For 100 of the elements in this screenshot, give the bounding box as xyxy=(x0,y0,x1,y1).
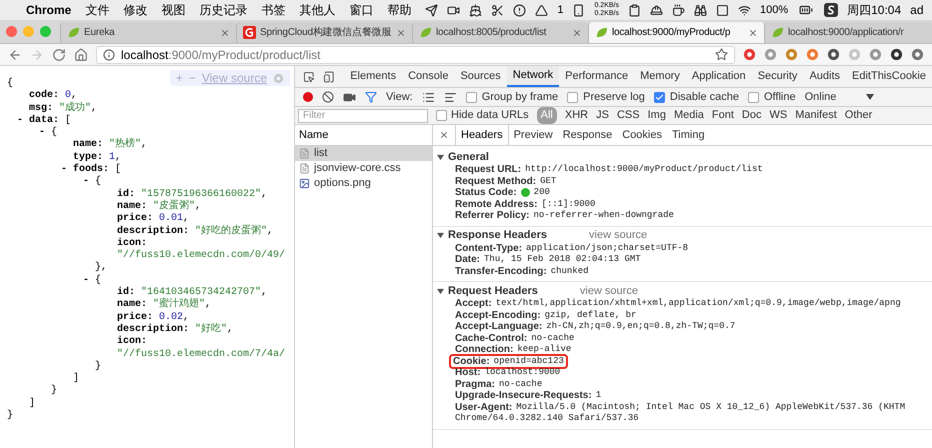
checkbox[interactable] xyxy=(466,92,477,102)
detail-tab[interactable]: Headers xyxy=(455,125,509,145)
view-source-link[interactable]: view source xyxy=(589,227,648,244)
inspect-icon[interactable] xyxy=(303,70,315,84)
user-name[interactable]: ad xyxy=(910,1,924,19)
dropdown-arrow-icon[interactable] xyxy=(866,94,874,100)
menu-item[interactable]: 窗口 xyxy=(349,1,374,19)
menu-item[interactable]: 文件 xyxy=(85,1,110,19)
filter-icon[interactable] xyxy=(365,91,377,103)
panel-tab[interactable]: Memory xyxy=(634,66,686,87)
battery-icon[interactable] xyxy=(797,3,816,17)
clock[interactable]: 周四10:04 xyxy=(847,1,902,19)
checkbox[interactable] xyxy=(436,110,447,121)
record-button[interactable] xyxy=(303,92,313,102)
type-filter[interactable]: XHR xyxy=(564,107,588,124)
menu-item[interactable]: 书签 xyxy=(261,1,286,19)
type-filter[interactable]: JS xyxy=(596,107,609,124)
type-filter[interactable]: Manifest xyxy=(795,107,837,124)
device-icon[interactable] xyxy=(322,70,334,84)
filter-field[interactable]: Filter xyxy=(298,108,428,122)
send-icon[interactable] xyxy=(425,4,438,16)
section-title[interactable]: Response Headers xyxy=(448,227,548,244)
extension-icon[interactable] xyxy=(890,48,903,61)
menu-item[interactable]: 历史记录 xyxy=(199,1,248,19)
browser-tab[interactable]: localhost:9000/myProduct/p xyxy=(588,22,764,43)
panel-tab[interactable]: Audits xyxy=(803,66,846,87)
ship-icon[interactable] xyxy=(469,4,482,16)
menu-item[interactable]: 帮助 xyxy=(387,1,412,19)
collapse-toggle[interactable]: - xyxy=(39,127,51,140)
app-icon[interactable] xyxy=(824,3,838,17)
type-filter[interactable]: Font xyxy=(712,107,734,124)
phone-icon[interactable] xyxy=(572,4,586,16)
close-tab-icon[interactable] xyxy=(748,28,758,38)
type-filter[interactable]: CSS xyxy=(616,107,640,124)
type-filter[interactable]: Other xyxy=(844,107,872,124)
detail-tab[interactable]: Timing xyxy=(667,125,710,145)
expand-triangle-icon[interactable] xyxy=(437,288,444,294)
section-title[interactable]: Request Headers xyxy=(448,282,538,300)
expand-triangle-icon[interactable] xyxy=(437,154,444,160)
panel-tab[interactable]: Sources xyxy=(454,66,507,87)
type-filter[interactable]: WS xyxy=(769,107,788,124)
throttle-select[interactable]: Online xyxy=(804,88,874,106)
detail-tab[interactable]: Cookies xyxy=(617,125,667,145)
collapse-toggle[interactable]: - xyxy=(83,274,95,288)
hat-icon[interactable] xyxy=(650,4,663,16)
checkbox[interactable] xyxy=(748,92,759,102)
address-field[interactable]: localhost:9000/myProduct/product/list xyxy=(96,46,735,64)
type-filter[interactable]: Doc xyxy=(742,107,762,124)
browser-tab[interactable]: localhost:9000/application/r xyxy=(764,22,932,43)
type-filter[interactable]: Img xyxy=(648,107,666,124)
extension-icon[interactable] xyxy=(827,48,840,61)
close-tab-icon[interactable] xyxy=(572,28,582,38)
camera-icon[interactable] xyxy=(447,4,460,16)
collapse-toggle[interactable]: - xyxy=(61,164,73,176)
panel-tab[interactable]: Application xyxy=(686,66,752,87)
menu-item[interactable]: 其他人 xyxy=(299,1,336,19)
collapse-toggle[interactable]: - xyxy=(83,176,95,189)
panel-tab[interactable]: EditThisCookie xyxy=(846,66,932,87)
alert-icon[interactable] xyxy=(513,4,526,16)
square-icon[interactable] xyxy=(716,4,729,16)
clear-icon[interactable] xyxy=(322,91,334,103)
detail-tab[interactable]: Preview xyxy=(508,125,558,145)
clipboard-icon[interactable] xyxy=(628,4,641,16)
browser-tab[interactable]: localhost:8005/product/list xyxy=(412,22,588,43)
view-source-link[interactable]: view source xyxy=(580,282,638,300)
menu-item[interactable]: 视图 xyxy=(161,1,186,19)
collapse-toggle[interactable]: - xyxy=(17,114,29,128)
camera-icon[interactable] xyxy=(343,90,356,104)
panel-tab[interactable]: Network xyxy=(506,66,560,87)
home-icon[interactable] xyxy=(74,48,88,62)
close-tab-icon[interactable] xyxy=(220,28,230,38)
panel-tab[interactable]: Console xyxy=(402,66,454,87)
wifi-icon[interactable] xyxy=(738,4,751,16)
panel-tab[interactable]: Performance xyxy=(559,66,634,87)
section-title[interactable]: General xyxy=(448,148,489,166)
close-tab-icon[interactable] xyxy=(396,28,406,38)
expand-triangle-icon[interactable] xyxy=(437,232,444,239)
browser-tab[interactable]: Eureka xyxy=(60,22,236,43)
scissors-icon[interactable] xyxy=(491,4,504,16)
triangle-icon[interactable] xyxy=(535,4,548,16)
checkbox[interactable] xyxy=(567,92,578,102)
cup-icon[interactable] xyxy=(672,4,685,16)
large-rows-icon[interactable] xyxy=(422,90,435,104)
menu-item[interactable]: 修改 xyxy=(123,1,148,19)
request-row[interactable]: list xyxy=(295,146,432,161)
checkbox[interactable] xyxy=(654,92,665,102)
app-menu[interactable]: Chrome xyxy=(26,1,72,19)
star-icon[interactable] xyxy=(715,48,728,61)
panel-tab[interactable]: Elements xyxy=(344,66,402,87)
close-icon[interactable] xyxy=(439,130,449,140)
detail-tab[interactable]: Response xyxy=(558,125,618,145)
json-key: icon: xyxy=(117,238,148,249)
info-icon[interactable] xyxy=(103,48,115,60)
binoculars-icon[interactable] xyxy=(694,4,707,16)
back-icon[interactable] xyxy=(8,48,22,62)
type-filter[interactable]: Media xyxy=(674,107,704,124)
reload-icon[interactable] xyxy=(52,48,66,62)
browser-tab[interactable]: SpringCloud构建微信点餐微服 xyxy=(236,22,412,43)
waterfall-icon[interactable] xyxy=(444,90,457,104)
panel-tab[interactable]: Security xyxy=(752,66,804,87)
